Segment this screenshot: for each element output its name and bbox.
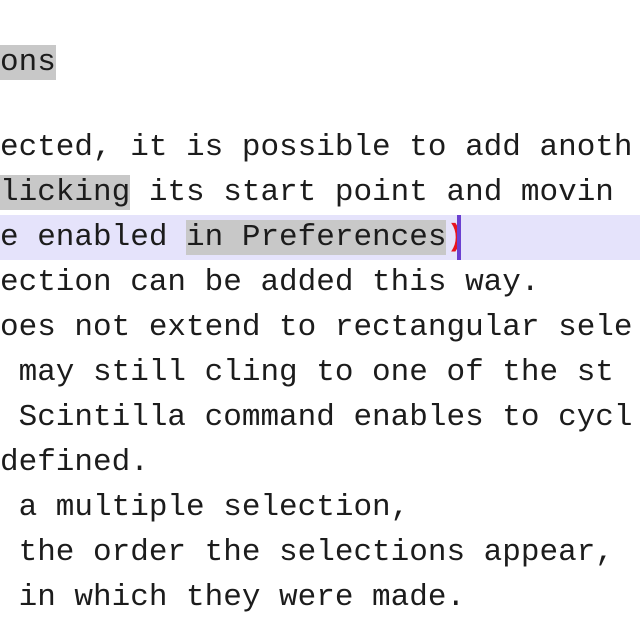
selected-text-run[interactable]: ons — [0, 45, 56, 80]
selected-text-run[interactable]: licking — [0, 175, 131, 210]
text-run: a multiple selection, — [0, 490, 410, 525]
text-line[interactable]: the order the selections appear, — [0, 530, 640, 575]
text-editor-canvas[interactable]: ons ected, it is possible to add anoth lic… — [0, 0, 640, 640]
text-run: in which they were made. — [0, 580, 466, 615]
text-line[interactable]: defined. — [0, 440, 640, 485]
text-run: e enabled — [0, 220, 187, 255]
text-run: defined. — [0, 445, 149, 480]
text-line[interactable]: in which they were made. — [0, 575, 640, 620]
text-run: ected, it is possible to add anoth — [0, 130, 633, 165]
text-line[interactable] — [0, 85, 640, 130]
text-line[interactable]: ons — [0, 40, 640, 85]
text-line[interactable]: ected, it is possible to add anoth — [0, 125, 640, 170]
text-run: may still cling to one of the st — [0, 355, 614, 390]
text-line[interactable]: ection can be added this way. — [0, 260, 640, 305]
selected-text-run[interactable]: in Preferences — [186, 220, 447, 255]
text-run: its start point and movin — [130, 175, 614, 210]
text-line[interactable]: oes not extend to rectangular sele — [0, 305, 640, 350]
text-run: ection can be added this way. — [0, 265, 540, 300]
text-line[interactable]: may still cling to one of the st — [0, 350, 640, 395]
text-line[interactable]: licking its start point and movin — [0, 170, 640, 215]
text-line[interactable]: e enabled in Preferences) — [0, 215, 640, 260]
unmatched-brace-char: ) — [446, 220, 466, 255]
text-caret — [457, 215, 461, 260]
text-line[interactable]: Scintilla command enables to cycl — [0, 395, 640, 440]
text-run: oes not extend to rectangular sele — [0, 310, 633, 345]
text-run: Scintilla command enables to cycl — [0, 400, 633, 435]
text-run: the order the selections appear, — [0, 535, 614, 570]
text-line[interactable]: a multiple selection, — [0, 485, 640, 530]
